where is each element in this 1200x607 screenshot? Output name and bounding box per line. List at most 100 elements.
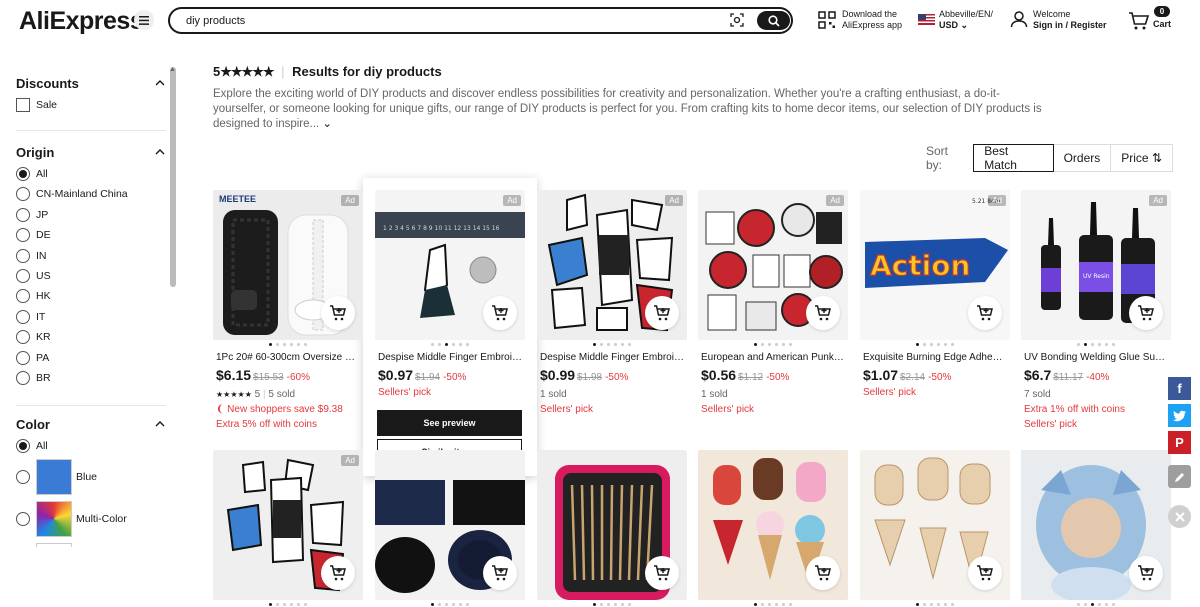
image-carousel-dots[interactable] bbox=[375, 343, 525, 346]
search-button[interactable] bbox=[757, 11, 790, 30]
sort-orders[interactable]: Orders bbox=[1052, 144, 1112, 172]
color-option[interactable]: Multi-Color bbox=[16, 501, 127, 537]
chevron-up-icon[interactable] bbox=[155, 78, 165, 88]
color-swatch[interactable] bbox=[36, 543, 72, 547]
image-carousel-dots[interactable] bbox=[1021, 603, 1171, 606]
add-to-cart-button[interactable] bbox=[321, 556, 355, 590]
color-swatch[interactable] bbox=[36, 501, 72, 537]
origin-option[interactable]: CN-Mainland China bbox=[16, 187, 128, 202]
scroll-up-arrow[interactable]: ▲ bbox=[169, 66, 176, 73]
product-title[interactable]: Despise Middle Finger Embroidered Patch bbox=[378, 352, 522, 363]
origin-option[interactable]: JP bbox=[16, 207, 48, 222]
image-carousel-dots[interactable] bbox=[860, 603, 1010, 606]
camera-search-icon[interactable] bbox=[730, 13, 744, 27]
image-carousel-dots[interactable] bbox=[698, 603, 848, 606]
expand-chevron-icon[interactable]: ⌄ bbox=[322, 118, 332, 130]
download-app[interactable]: Download the AliExpress app bbox=[818, 9, 913, 31]
sort-best-match[interactable]: Best Match bbox=[973, 144, 1054, 172]
radio-button[interactable] bbox=[16, 248, 30, 263]
product-image[interactable] bbox=[860, 450, 1010, 600]
add-to-cart-button[interactable] bbox=[645, 296, 679, 330]
radio-button[interactable] bbox=[16, 439, 30, 453]
product-image[interactable] bbox=[537, 450, 687, 600]
image-carousel-dots[interactable] bbox=[860, 343, 1010, 346]
radio-button[interactable] bbox=[16, 187, 30, 202]
add-to-cart-button[interactable] bbox=[483, 296, 517, 330]
radio-button[interactable] bbox=[16, 309, 30, 324]
origin-option[interactable]: IN bbox=[16, 248, 47, 263]
chevron-up-icon[interactable] bbox=[155, 147, 165, 157]
radio-button[interactable] bbox=[16, 269, 30, 283]
product-title[interactable]: UV Bonding Welding Glue Super bbox=[1024, 352, 1168, 363]
sign-in-link[interactable]: Sign in / Register bbox=[1033, 20, 1107, 31]
radio-button[interactable] bbox=[16, 350, 30, 365]
account-menu[interactable]: Welcome Sign in / Register bbox=[1010, 9, 1107, 31]
radio-button[interactable] bbox=[16, 289, 30, 304]
locale-selector[interactable]: Abbeville/EN/ USD ⌄ bbox=[918, 9, 993, 31]
cart-button[interactable]: 0 Cart bbox=[1128, 5, 1178, 35]
origin-option[interactable]: IT bbox=[16, 309, 45, 324]
image-carousel-dots[interactable] bbox=[375, 603, 525, 606]
add-to-cart-button[interactable] bbox=[645, 556, 679, 590]
filter-sale[interactable]: Sale bbox=[16, 98, 57, 112]
radio-button[interactable] bbox=[16, 330, 30, 345]
image-carousel-dots[interactable] bbox=[537, 603, 687, 606]
product-image[interactable] bbox=[375, 450, 525, 600]
product-image[interactable]: 1 2 3 4 5 6 7 8 9 10 11 12 13 14 15 16 A… bbox=[375, 190, 525, 340]
twitter-share-icon[interactable] bbox=[1168, 404, 1191, 427]
add-to-cart-button[interactable] bbox=[321, 296, 355, 330]
color-option[interactable]: White bbox=[16, 543, 103, 547]
color-option[interactable]: Blue bbox=[16, 459, 97, 495]
radio-button[interactable] bbox=[16, 512, 30, 526]
see-preview-button[interactable]: See preview bbox=[377, 410, 522, 436]
radio-button[interactable] bbox=[16, 167, 30, 181]
color-swatch[interactable] bbox=[36, 459, 72, 495]
product-image[interactable]: Ad bbox=[537, 190, 687, 340]
add-to-cart-button[interactable] bbox=[1129, 556, 1163, 590]
image-carousel-dots[interactable] bbox=[213, 603, 363, 606]
origin-option[interactable]: All bbox=[16, 167, 48, 181]
product-title[interactable]: Exquisite Burning Edge Adhesive Patch bbox=[863, 352, 1007, 363]
product-image[interactable]: UV Resin Ad bbox=[1021, 190, 1171, 340]
origin-option[interactable]: DE bbox=[16, 228, 51, 243]
product-image[interactable]: Action 5.21 8cm Ad bbox=[860, 190, 1010, 340]
product-title[interactable]: European and American Punk Patch bbox=[701, 352, 845, 363]
add-to-cart-button[interactable] bbox=[968, 556, 1002, 590]
color-option[interactable]: All bbox=[16, 439, 48, 453]
origin-option[interactable]: PA bbox=[16, 350, 49, 365]
close-icon[interactable] bbox=[1168, 505, 1191, 528]
facebook-share-icon[interactable]: f bbox=[1168, 377, 1191, 400]
product-image[interactable]: Ad bbox=[213, 450, 363, 600]
edit-icon[interactable] bbox=[1168, 465, 1191, 488]
image-carousel-dots[interactable] bbox=[698, 343, 848, 346]
product-image[interactable] bbox=[698, 450, 848, 600]
product-image[interactable]: Ad bbox=[698, 190, 848, 340]
origin-option[interactable]: BR bbox=[16, 371, 51, 385]
add-to-cart-button[interactable] bbox=[483, 556, 517, 590]
origin-option[interactable]: KR bbox=[16, 330, 51, 345]
origin-option[interactable]: HK bbox=[16, 289, 51, 304]
checkbox[interactable] bbox=[16, 98, 30, 112]
add-to-cart-button[interactable] bbox=[1129, 296, 1163, 330]
radio-button[interactable] bbox=[16, 371, 30, 385]
radio-button[interactable] bbox=[16, 470, 30, 484]
image-carousel-dots[interactable] bbox=[537, 343, 687, 346]
chevron-up-icon[interactable] bbox=[155, 419, 165, 429]
product-image[interactable]: MEETEE Ad bbox=[213, 190, 363, 340]
product-title[interactable]: Despise Middle Finger Embroidered Patch bbox=[540, 352, 684, 363]
radio-button[interactable] bbox=[16, 228, 30, 243]
cart-plus-icon bbox=[1138, 565, 1154, 581]
product-title[interactable]: 1Pc 20# 60-300cm Oversize Zipper bbox=[216, 352, 360, 363]
radio-button[interactable] bbox=[16, 207, 30, 222]
sort-price[interactable]: Price ⇅ bbox=[1110, 144, 1173, 172]
image-carousel-dots[interactable] bbox=[1021, 343, 1171, 346]
image-carousel-dots[interactable] bbox=[213, 343, 363, 346]
add-to-cart-button[interactable] bbox=[968, 296, 1002, 330]
origin-option[interactable]: US bbox=[16, 269, 51, 283]
add-to-cart-button[interactable] bbox=[806, 556, 840, 590]
search-input[interactable] bbox=[186, 13, 706, 29]
pinterest-share-icon[interactable]: P bbox=[1168, 431, 1191, 454]
product-image[interactable] bbox=[1021, 450, 1171, 600]
sidebar-scrollbar[interactable] bbox=[170, 67, 176, 287]
add-to-cart-button[interactable] bbox=[806, 296, 840, 330]
